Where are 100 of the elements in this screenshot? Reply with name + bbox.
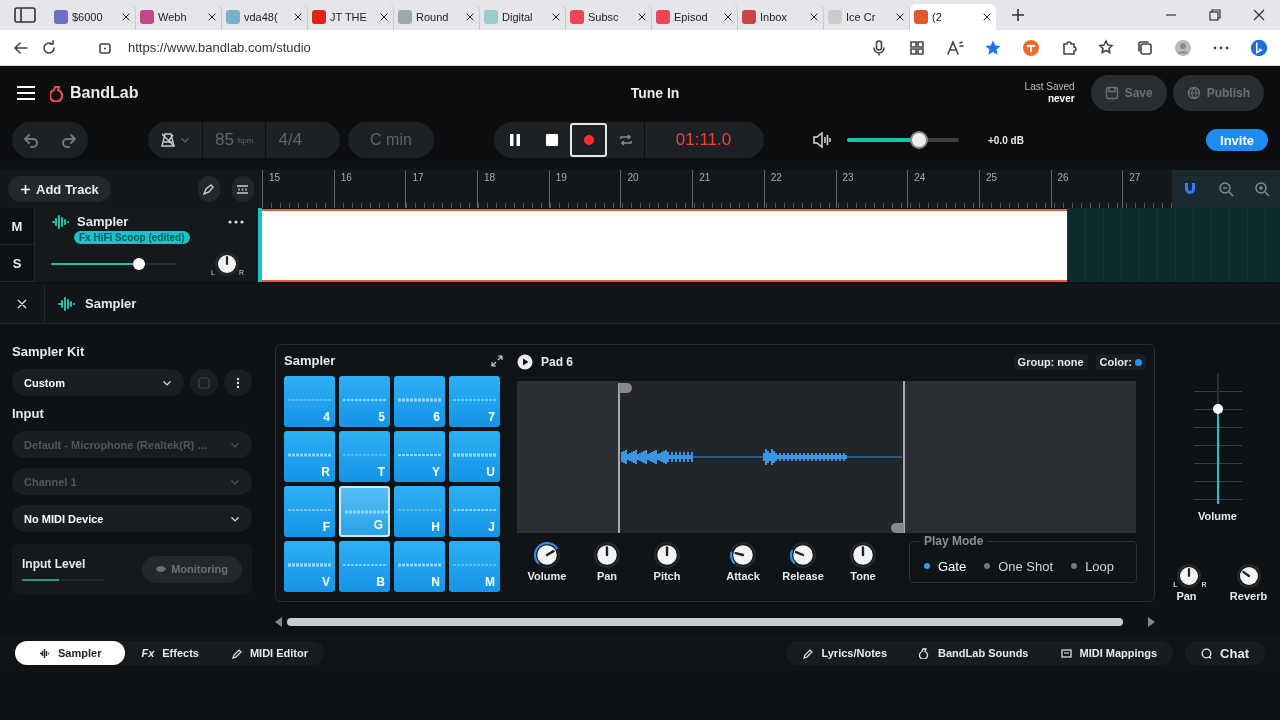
save-icon (1104, 86, 1119, 100)
chat-icon (1201, 647, 1213, 659)
close-icon[interactable] (465, 12, 475, 22)
favicon-icon (484, 10, 498, 24)
solo-button[interactable]: S (0, 245, 34, 282)
pencil-icon (802, 647, 814, 659)
close-icon[interactable] (982, 12, 992, 22)
play-icon[interactable] (517, 354, 533, 370)
more-icon[interactable] (228, 219, 244, 224)
play-mode-option[interactable]: One Shot (984, 558, 1054, 574)
caret-icon[interactable] (180, 135, 190, 145)
close-icon[interactable] (637, 12, 647, 22)
extension-icon[interactable] (1022, 38, 1040, 57)
url-text: https://www.bandlab.com/studio (128, 40, 311, 55)
expand-icon[interactable] (491, 354, 503, 367)
close-icon[interactable] (723, 12, 733, 22)
undo-icon[interactable] (23, 132, 39, 148)
reload-icon[interactable] (40, 38, 58, 57)
favicon-icon (914, 10, 928, 24)
save-icon (198, 376, 210, 389)
color-dot[interactable] (1135, 358, 1142, 366)
brand-name: BandLab (70, 84, 139, 102)
restore-icon[interactable] (1208, 8, 1222, 22)
close-icon[interactable] (293, 12, 303, 22)
scrollbar-thumb[interactable] (287, 618, 1123, 626)
loop-icon (617, 132, 634, 148)
volume-reading: +0.0 dB (988, 134, 1024, 146)
copilot-icon[interactable] (1250, 38, 1268, 57)
knob[interactable] (850, 542, 876, 568)
mini-waveform-icon (453, 396, 496, 404)
knob[interactable] (214, 252, 239, 276)
knob[interactable] (1236, 564, 1261, 588)
knob[interactable] (1177, 564, 1202, 588)
slider-thumb[interactable] (133, 258, 146, 270)
play-mode-option[interactable]: Gate (924, 558, 967, 574)
kit-dropdown[interactable]: Custom (12, 369, 184, 396)
favicon-icon (140, 10, 154, 24)
panel-tab[interactable]: Sampler (15, 641, 126, 665)
panel-button[interactable]: MIDI Mappings (1044, 641, 1174, 665)
play-mode-option[interactable]: Loop (1071, 558, 1115, 574)
audio-clip[interactable] (262, 209, 1067, 282)
logo-icon (919, 647, 931, 659)
close-icon[interactable] (809, 12, 819, 22)
track-name[interactable]: Sampler (77, 214, 129, 229)
scroll-left-icon[interactable] (275, 617, 283, 627)
tab-actions-icon[interactable] (14, 7, 36, 23)
collections-icon[interactable] (1136, 38, 1154, 57)
close-icon[interactable] (895, 12, 905, 22)
chat-button[interactable]: Chat (1185, 641, 1265, 665)
browser-tab[interactable]: (2 (910, 4, 996, 30)
read-aloud-icon[interactable] (946, 38, 964, 57)
mini-waveform-icon (288, 561, 331, 569)
slider-thumb[interactable] (909, 131, 928, 149)
scroll-right-icon[interactable] (1147, 617, 1155, 627)
knob[interactable] (730, 542, 756, 568)
tool-button[interactable] (231, 176, 254, 202)
menu-icon[interactable] (16, 85, 36, 101)
mini-waveform-icon (288, 451, 331, 459)
knob[interactable] (654, 542, 680, 568)
new-tab-icon[interactable] (1010, 7, 1026, 23)
panel-button[interactable]: BandLab Sounds (903, 641, 1045, 665)
close-icon[interactable] (379, 12, 389, 22)
microphone-icon[interactable] (870, 38, 888, 57)
puzzle-icon[interactable] (1060, 38, 1078, 57)
app-grid-icon[interactable] (908, 38, 926, 57)
profile-avatar-icon[interactable] (1174, 38, 1192, 57)
play-mode-title: Play Mode (920, 534, 988, 548)
panel-tab[interactable]: MIDI Editor (214, 641, 324, 665)
knob[interactable] (594, 542, 620, 568)
close-icon[interactable] (121, 12, 131, 22)
close-icon[interactable] (207, 12, 217, 22)
tool-button[interactable] (197, 176, 220, 202)
instrument-name: Sampler (85, 296, 137, 311)
zoom-out-icon[interactable] (1218, 181, 1234, 197)
redo-icon[interactable] (61, 132, 77, 148)
grid-icon (236, 182, 250, 196)
zoom-in-icon[interactable] (1254, 181, 1270, 197)
close-icon[interactable] (1252, 8, 1266, 22)
close-icon[interactable] (551, 12, 561, 22)
magnet-icon[interactable] (1182, 181, 1198, 197)
project-title: Tune In (629, 85, 681, 101)
radio-dot[interactable] (984, 563, 991, 569)
panel-button[interactable]: Lyrics/Notes (786, 641, 904, 665)
mute-button[interactable]: M (0, 208, 34, 245)
group-selector[interactable]: Group: none (1013, 354, 1088, 370)
speaker-icon[interactable] (812, 130, 832, 150)
panel-tab[interactable]: Fx Effects (125, 641, 215, 665)
favorites-icon[interactable] (1098, 38, 1116, 57)
fader-thumb[interactable] (1212, 404, 1223, 415)
knob[interactable] (534, 542, 560, 568)
pen-icon (202, 182, 216, 196)
knob[interactable] (790, 542, 816, 568)
metronome-icon[interactable] (160, 132, 176, 148)
input-dropdown[interactable]: No MIDI Device (12, 505, 252, 532)
radio-dot[interactable] (924, 563, 930, 569)
record-button[interactable] (570, 123, 607, 157)
radio-dot[interactable] (1071, 563, 1078, 569)
waveform-drawing[interactable] (517, 381, 1136, 533)
effect-tag[interactable]: Fx HiFi Scoop (edited) (74, 231, 190, 244)
add-track-button[interactable]: Add Track (8, 176, 111, 202)
